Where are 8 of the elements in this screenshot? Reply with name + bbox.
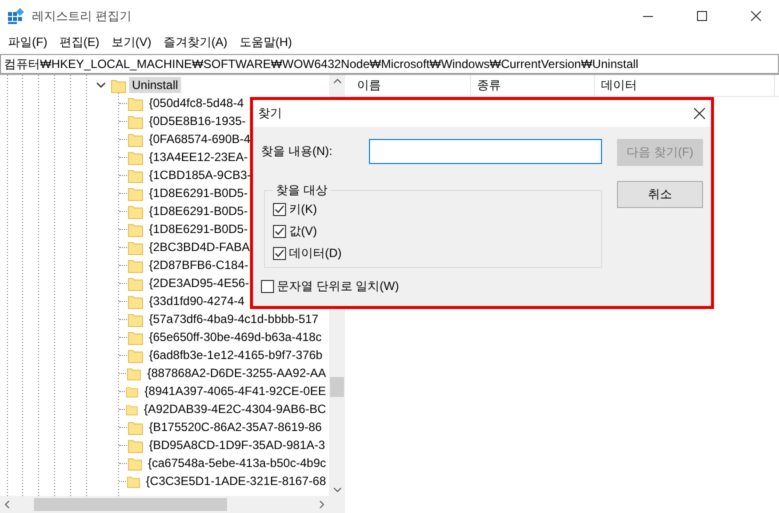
find-label: 찾을 내용(N): [261, 143, 332, 160]
dialog-title: 찾기 [258, 105, 282, 122]
checkbox-label: 키(K) [289, 201, 317, 218]
checkbox-label: 값(V) [289, 223, 317, 240]
checkbox-label: 데이터(D) [289, 245, 342, 262]
checkbox-label: 문자열 단위로 일치(W) [277, 278, 399, 295]
group-title: 찾을 대상 [275, 182, 328, 199]
window-title: 레지스트리 편집기 [32, 8, 132, 24]
